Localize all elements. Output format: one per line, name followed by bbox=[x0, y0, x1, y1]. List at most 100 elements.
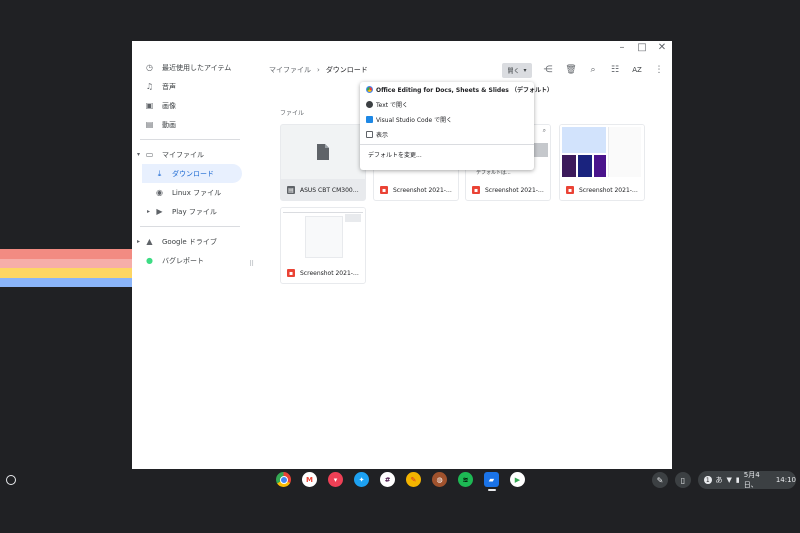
photo-app-icon[interactable]: ◍ bbox=[432, 472, 447, 487]
chrome-icon[interactable] bbox=[276, 472, 291, 487]
clock-icon: ◷ bbox=[146, 63, 153, 72]
chevron-down-icon: ▾ bbox=[523, 66, 527, 74]
minimize-icon[interactable]: – bbox=[616, 42, 628, 54]
open-with-menu: Office Editing for Docs, Sheets & Slides… bbox=[360, 82, 553, 170]
file-name: Screenshot 2021-0... bbox=[393, 186, 455, 194]
file-name: Screenshot 2021-0... bbox=[579, 186, 641, 194]
sidebar-item-my-files[interactable]: ▾ ▭ マイファイル bbox=[132, 145, 250, 164]
menu-item-change-default[interactable]: デフォルトを変更... bbox=[360, 147, 534, 162]
status-tray[interactable]: 1 あ ▼ ▮ 5月4日、 14:10 bbox=[698, 471, 796, 489]
sidebar-item-images[interactable]: ▣ 画像 bbox=[132, 96, 250, 115]
file-caption: ▪ Screenshot 2021-0... bbox=[466, 180, 550, 200]
breadcrumb-parent[interactable]: マイファイル bbox=[269, 66, 311, 74]
date-label: 5月4日、 bbox=[743, 471, 760, 489]
image-icon: ▣ bbox=[145, 101, 154, 110]
launcher-icon[interactable] bbox=[6, 475, 16, 485]
sidebar-item-label: 音声 bbox=[162, 82, 176, 91]
more-options-icon[interactable]: ⋮ bbox=[653, 64, 665, 76]
vscode-icon bbox=[366, 116, 373, 123]
chrome-icon bbox=[366, 86, 373, 93]
stylus-icon[interactable]: ✎ bbox=[652, 472, 668, 488]
phone-hub-icon[interactable]: ▯ bbox=[675, 472, 691, 488]
sidebar-item-linux-files[interactable]: ◉ Linux ファイル bbox=[132, 183, 250, 202]
menu-item-label: Office Editing for Docs, Sheets & Slides… bbox=[376, 87, 553, 94]
thumbnail-text: デフォルトは... bbox=[476, 170, 511, 176]
breadcrumb-current: ダウンロード bbox=[325, 66, 368, 74]
image-file-icon: ▪ bbox=[566, 186, 574, 194]
file-name: Screenshot 2021-0... bbox=[300, 269, 362, 277]
menu-item-office-editing[interactable]: Office Editing for Docs, Sheets & Slides… bbox=[360, 82, 553, 97]
image-file-icon: ▪ bbox=[380, 186, 388, 194]
chevron-right-icon[interactable]: ▸ bbox=[137, 238, 140, 245]
files-icon[interactable]: ▰ bbox=[484, 472, 499, 487]
drive-icon: ▲ bbox=[146, 237, 153, 246]
sidebar-item-label: 最近使用したアイテム bbox=[162, 63, 232, 72]
menu-divider bbox=[360, 144, 534, 145]
sidebar-item-play-files[interactable]: ▸ ▶ Play ファイル bbox=[132, 202, 250, 221]
delete-icon[interactable]: 🗑 bbox=[565, 64, 577, 76]
sidebar-resize-handle[interactable]: ⠿ bbox=[249, 260, 254, 268]
image-file-icon: ▪ bbox=[472, 186, 480, 194]
stripe-pink bbox=[0, 258, 132, 268]
battery-icon: ▮ bbox=[735, 476, 740, 484]
active-app-indicator bbox=[488, 489, 496, 491]
file-thumbnail bbox=[560, 125, 644, 179]
keep-icon[interactable]: ✎ bbox=[406, 472, 421, 487]
sidebar-item-label: Play ファイル bbox=[172, 207, 217, 216]
play-store-icon[interactable]: ▶ bbox=[510, 472, 525, 487]
image-file-icon: ▪ bbox=[287, 269, 295, 277]
sidebar-item-label: Linux ファイル bbox=[172, 188, 222, 197]
open-button[interactable]: 開く ▾ bbox=[502, 62, 532, 78]
chevron-down-icon[interactable]: ▾ bbox=[137, 151, 140, 158]
file-caption: ▪ Screenshot 2021-0... bbox=[374, 180, 458, 200]
twitter-icon[interactable]: ✦ bbox=[354, 472, 369, 487]
sidebar-item-label: マイファイル bbox=[162, 150, 204, 159]
chevron-right-icon[interactable]: ▸ bbox=[147, 208, 150, 215]
sidebar-divider bbox=[140, 139, 240, 140]
file-name: Screenshot 2021-0... bbox=[485, 186, 547, 194]
gmail-icon[interactable]: M bbox=[302, 472, 317, 487]
play-icon: ▶ bbox=[156, 207, 163, 216]
menu-item-label: Text で開く bbox=[376, 102, 409, 109]
document-icon: ▤ bbox=[287, 186, 295, 194]
menu-item-vscode[interactable]: Visual Studio Code で開く bbox=[360, 112, 534, 127]
sidebar-item-bug-report[interactable]: ● バグレポート bbox=[132, 251, 250, 270]
file-tile[interactable]: ▪ Screenshot 2021-0... bbox=[280, 207, 366, 284]
stripe-red bbox=[0, 249, 132, 259]
file-tile[interactable]: ▪ Screenshot 2021-0... bbox=[559, 124, 645, 201]
sidebar-item-videos[interactable]: ▤ 動画 bbox=[132, 115, 250, 134]
title-bar[interactable]: – □ ✕ bbox=[132, 41, 672, 56]
toolbar: 開く ▾ bbox=[502, 62, 532, 78]
file-caption: ▪ Screenshot 2021-0... bbox=[281, 263, 365, 283]
download-icon: ⤓ bbox=[157, 168, 162, 178]
sidebar-item-downloads[interactable]: ⤓ ダウンロード bbox=[142, 164, 242, 183]
slack-icon[interactable]: # bbox=[380, 472, 395, 487]
sidebar-item-label: ダウンロード bbox=[172, 169, 214, 178]
time-label: 14:10 bbox=[775, 476, 796, 484]
video-icon: ▤ bbox=[145, 120, 154, 129]
sidebar-item-google-drive[interactable]: ▸ ▲ Google ドライブ bbox=[132, 232, 250, 251]
sidebar-item-audio[interactable]: ♫ 音声 bbox=[132, 77, 250, 96]
linux-icon: ◉ bbox=[156, 188, 163, 197]
sidebar-item-label: バグレポート bbox=[162, 256, 204, 265]
document-icon bbox=[317, 144, 329, 160]
file-tile[interactable]: ▤ ASUS CBT CM3000 ... bbox=[280, 124, 366, 201]
menu-item-label: 表示 bbox=[376, 132, 389, 139]
pocket-icon[interactable]: ▾ bbox=[328, 472, 343, 487]
file-name: ASUS CBT CM3000 ... bbox=[300, 186, 362, 194]
breadcrumb: マイファイル › ダウンロード bbox=[269, 65, 368, 75]
menu-item-view[interactable]: 表示 bbox=[360, 127, 534, 142]
menu-item-text-app[interactable]: Text で開く bbox=[360, 97, 534, 112]
share-icon[interactable]: ⋲ bbox=[542, 64, 554, 76]
spotify-icon[interactable]: ≋ bbox=[458, 472, 473, 487]
breadcrumb-separator: › bbox=[317, 66, 320, 74]
android-icon: ● bbox=[146, 256, 153, 265]
maximize-icon[interactable]: □ bbox=[636, 42, 648, 54]
file-caption: ▪ Screenshot 2021-0... bbox=[560, 180, 644, 200]
view-grid-icon[interactable]: ☷ bbox=[609, 64, 621, 76]
sort-button[interactable]: AZ bbox=[631, 64, 643, 76]
sidebar-item-recent[interactable]: ◷ 最近使用したアイテム bbox=[132, 58, 250, 77]
files-app-window: – □ ✕ ◷ 最近使用したアイテム ♫ 音声 ▣ 画像 ▤ 動画 ▾ ▭ マイ… bbox=[132, 41, 672, 469]
close-icon[interactable]: ✕ bbox=[656, 42, 668, 54]
search-icon[interactable]: ⌕ bbox=[587, 64, 599, 76]
